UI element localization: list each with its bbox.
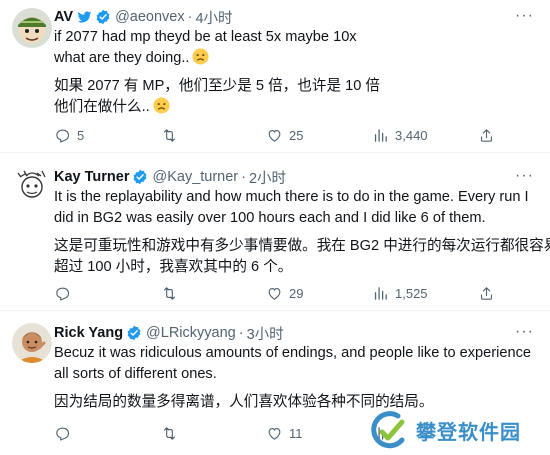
heart-icon [268, 287, 281, 300]
watermark-logo-icon [371, 411, 405, 449]
separator-dot: · [241, 169, 246, 185]
like-button[interactable]: 25 [266, 127, 303, 144]
translated-line: 超过 100 小时，我喜欢其中的 6 个。 [54, 259, 293, 275]
more-options-button[interactable]: ··· [515, 167, 534, 185]
reply-button[interactable]: 5 [54, 127, 84, 144]
view-count: 3,440 [395, 127, 428, 143]
views-button[interactable]: 1,525 [372, 285, 428, 302]
site-watermark: 攀登软件园 [368, 405, 550, 455]
view-count: 1,525 [395, 285, 428, 301]
frowning-face-emoji [153, 97, 170, 114]
timestamp[interactable]: 4小时 [195, 7, 232, 28]
watermark-text: 攀登软件园 [416, 419, 521, 444]
text-line: all sorts of different ones. [54, 366, 217, 382]
tweet-header: Rick Yang @LRickyyang · 3小时 ··· [54, 323, 540, 343]
reply-button[interactable] [54, 285, 77, 302]
retweet-button[interactable] [161, 425, 184, 442]
retweet-button[interactable] [161, 285, 184, 302]
verified-badge-icon [126, 325, 142, 341]
avatar[interactable] [12, 323, 52, 363]
avatar[interactable] [12, 165, 52, 205]
views-button[interactable]: 3,440 [372, 127, 428, 144]
frowning-face-emoji [192, 48, 210, 65]
heart-icon [268, 427, 281, 440]
like-count: 25 [289, 127, 304, 143]
text-line: did in BG2 was easily over 100 hours eac… [54, 210, 486, 226]
tweet-header: Kay Turner @Kay_turner · 2小时 ··· [54, 167, 540, 187]
share-icon [480, 128, 493, 142]
twitter-bird-icon [77, 10, 92, 24]
heart-icon [268, 129, 281, 142]
verified-badge-icon [95, 9, 111, 25]
retweet-button[interactable] [161, 127, 184, 144]
display-name[interactable]: AV [54, 9, 73, 25]
views-icon [374, 128, 387, 142]
tweet-actions: 5 25 3,440 [54, 125, 540, 145]
retweet-icon [163, 286, 176, 300]
share-icon [480, 286, 493, 300]
retweet-icon [163, 426, 176, 440]
user-handle[interactable]: @LRickyyang [146, 325, 236, 341]
retweet-icon [163, 128, 176, 142]
reply-button[interactable] [54, 425, 77, 442]
more-options-button[interactable]: ··· [515, 7, 534, 25]
reply-count: 5 [77, 127, 85, 143]
timestamp[interactable]: 3小时 [247, 323, 284, 344]
text-line: Becuz it was ridiculous amounts of endin… [54, 345, 532, 361]
reply-icon [56, 287, 70, 301]
display-name[interactable]: Kay Turner [54, 169, 129, 185]
tweet-aeonvex[interactable]: AV @aeonvex · 4小时 ··· if 2077 had mp the… [0, 0, 550, 152]
tweet-text: It is the replayability and how much the… [54, 187, 550, 278]
text-line: if 2077 had mp theyd be at least 5x mayb… [54, 29, 357, 45]
tweet-text: Becuz it was ridiculous amounts of endin… [54, 343, 540, 413]
text-line: what are they doing.. [54, 48, 540, 69]
separator-dot: · [238, 325, 244, 341]
separator-dot: · [187, 9, 193, 25]
user-handle[interactable]: @aeonvex [115, 9, 185, 25]
avatar[interactable] [12, 8, 52, 48]
timestamp[interactable]: 2小时 [249, 167, 286, 188]
more-options-button[interactable]: ··· [515, 323, 534, 341]
reply-icon [56, 427, 70, 441]
reply-icon [56, 129, 70, 143]
like-button[interactable]: 29 [266, 285, 303, 302]
share-button[interactable] [478, 285, 495, 302]
tweet-header: AV @aeonvex · 4小时 ··· [54, 7, 540, 27]
tweet-kay-turner[interactable]: Kay Turner @Kay_turner · 2小时 ··· It is t… [0, 152, 550, 310]
share-button[interactable] [478, 127, 495, 144]
views-icon [374, 286, 387, 300]
like-count: 11 [289, 425, 303, 441]
like-count: 29 [289, 285, 304, 301]
translated-line: 这是可重玩性和游戏中有多少事情要做。我在 BG2 中进行的每次运行都很容易 [54, 238, 550, 254]
like-button[interactable]: 11 [266, 425, 303, 442]
verified-badge-icon [132, 169, 148, 185]
translated-line: 如果 2077 有 MP，他们至少是 5 倍，也许是 10 倍 [54, 78, 380, 94]
translated-line: 他们在做什么.. [54, 97, 540, 118]
text-line: It is the replayability and how much the… [54, 189, 529, 205]
tweet-actions: 29 1,525 [54, 283, 540, 303]
display-name[interactable]: Rick Yang [54, 325, 123, 341]
user-handle[interactable]: @Kay_turner [152, 169, 238, 185]
tweet-text: if 2077 had mp theyd be at least 5x mayb… [54, 27, 540, 118]
